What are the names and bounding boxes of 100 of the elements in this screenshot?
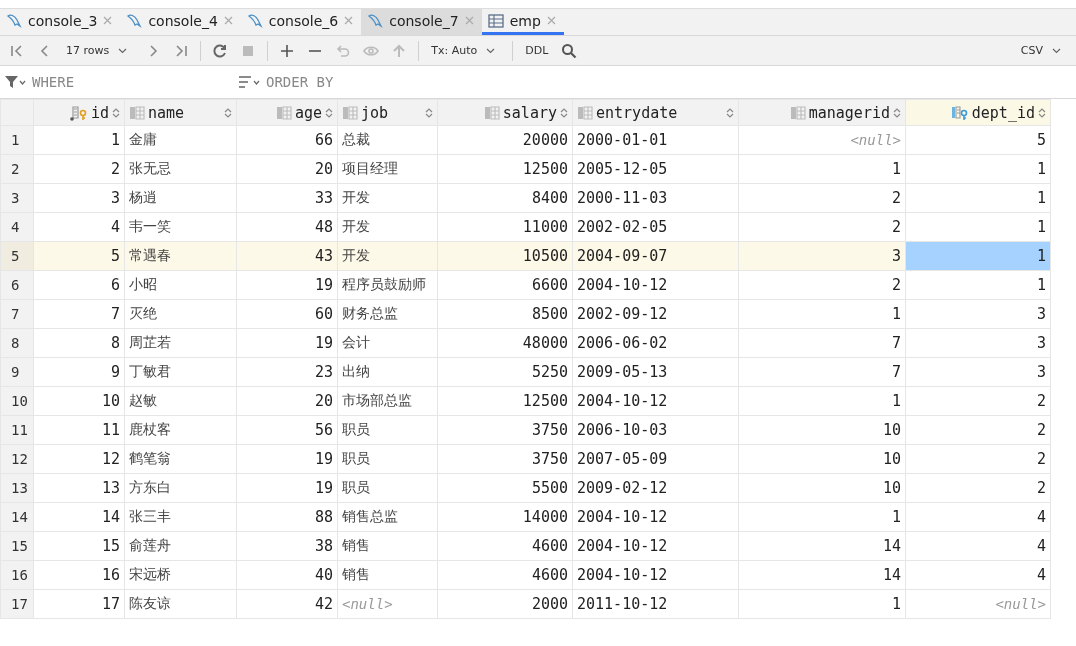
refresh-icon[interactable]	[212, 42, 229, 59]
add-icon[interactable]	[279, 42, 296, 59]
table-cell: 1	[738, 589, 906, 619]
close-icon[interactable]	[103, 16, 113, 25]
table-cell: 出纳	[337, 357, 438, 387]
column-header[interactable]: job	[361, 103, 389, 122]
foreign-key-column-icon	[950, 104, 969, 121]
editor-tab[interactable]: console_3	[0, 9, 121, 35]
sort-icon	[238, 75, 260, 89]
row-number[interactable]: 1	[0, 125, 34, 155]
rows-dropdown[interactable]: 17 rows	[60, 44, 139, 57]
table-cell: 10	[738, 415, 906, 445]
table-cell: 10	[33, 386, 125, 416]
undo-icon[interactable]	[335, 42, 352, 59]
editor-tab[interactable]: console_7	[361, 9, 482, 35]
row-number[interactable]: 7	[0, 299, 34, 329]
column-icon	[129, 105, 145, 120]
row-number[interactable]: 15	[0, 531, 34, 561]
sort-arrows-icon[interactable]	[893, 106, 901, 119]
column-header[interactable]: age	[294, 103, 322, 122]
table-cell: 16	[33, 560, 125, 590]
where-filter-field[interactable]: WHERE	[30, 73, 234, 91]
table-cell: 鹤笔翁	[124, 444, 237, 474]
export-format-dropdown[interactable]: CSV	[1014, 44, 1072, 57]
row-number[interactable]: 12	[0, 444, 34, 474]
table-cell: 8400	[437, 183, 573, 213]
close-icon[interactable]	[546, 16, 556, 25]
table-cell: 1	[738, 502, 906, 532]
table-cell: 金庸	[124, 125, 237, 155]
table-cell: 张无忌	[124, 154, 237, 184]
table-cell: 33	[236, 183, 338, 213]
filter-icon	[4, 75, 26, 89]
row-number[interactable]: 14	[0, 502, 34, 532]
sort-arrows-icon[interactable]	[726, 106, 734, 119]
row-number[interactable]: 2	[0, 154, 34, 184]
table-cell: 丁敏君	[124, 357, 237, 387]
table-cell: 23	[236, 357, 338, 387]
table-cell: 4	[905, 560, 1051, 590]
table-cell: 19	[236, 270, 338, 300]
row-number[interactable]: 5	[0, 241, 34, 271]
chevron-icon	[118, 47, 128, 54]
row-number[interactable]: 17	[0, 589, 34, 619]
close-icon[interactable]	[223, 16, 233, 25]
table-cell: 3	[905, 299, 1051, 329]
sort-arrows-icon[interactable]	[112, 106, 120, 119]
sort-arrows-icon[interactable]	[1038, 106, 1046, 119]
row-number[interactable]: 3	[0, 183, 34, 213]
table-cell: 1	[905, 154, 1051, 184]
row-number[interactable]: 6	[0, 270, 34, 300]
row-number[interactable]: 16	[0, 560, 34, 590]
table-cell: 2006-06-02	[572, 328, 739, 358]
table-cell: 5	[33, 241, 125, 271]
table-cell: 1	[905, 183, 1051, 213]
table-cell: 职员	[337, 473, 438, 503]
close-icon[interactable]	[344, 16, 354, 25]
table-cell: 19	[236, 328, 338, 358]
ddl-button[interactable]: DDL	[519, 44, 555, 57]
sort-arrows-icon[interactable]	[325, 106, 333, 119]
table-cell: 3	[905, 328, 1051, 358]
close-icon[interactable]	[464, 16, 474, 25]
table-cell: 开发	[337, 183, 438, 213]
sort-arrows-icon[interactable]	[425, 106, 433, 119]
table-cell: 市场部总监	[337, 386, 438, 416]
row-number[interactable]: 13	[0, 473, 34, 503]
row-number[interactable]: 4	[0, 212, 34, 242]
table-cell: 1	[738, 386, 906, 416]
first-page-icon[interactable]	[9, 42, 25, 59]
row-number[interactable]: 8	[0, 328, 34, 358]
table-cell: 20000	[437, 125, 573, 155]
editor-tab[interactable]: console_4	[120, 9, 241, 35]
table-cell: 2004-10-12	[572, 386, 739, 416]
table-cell: 66	[236, 125, 338, 155]
column-header[interactable]: id	[90, 103, 109, 122]
sort-arrows-icon[interactable]	[560, 106, 568, 119]
table-cell: 销售	[337, 560, 438, 590]
table-cell: 20	[236, 154, 338, 184]
last-page-icon[interactable]	[173, 42, 190, 59]
table-cell: 4	[33, 212, 125, 242]
transaction-dropdown[interactable]: Tx: Auto	[425, 44, 507, 57]
table-cell: 1	[905, 212, 1051, 242]
table-cell: 8	[33, 328, 125, 358]
table-cell: 销售总监	[337, 502, 438, 532]
search-icon[interactable]	[561, 42, 578, 59]
chevron-icon	[1052, 47, 1061, 54]
table-cell: 7	[738, 328, 906, 358]
chevron-icon	[486, 47, 496, 54]
row-number[interactable]: 11	[0, 415, 34, 445]
table-cell: 88	[236, 502, 338, 532]
table-cell: 1	[738, 299, 906, 329]
order-by-field[interactable]: ORDER BY	[264, 73, 468, 91]
row-number[interactable]: 9	[0, 357, 34, 387]
table-cell: 11	[33, 415, 125, 445]
table-cell: 10	[738, 473, 906, 503]
sort-arrows-icon[interactable]	[224, 106, 232, 119]
table-cell: 12500	[437, 386, 573, 416]
table-cell: 方东白	[124, 473, 237, 503]
table-cell: 5	[905, 125, 1051, 155]
row-number[interactable]: 10	[0, 386, 34, 416]
table-cell: 7	[738, 357, 906, 387]
editor-tab[interactable]: console_6	[240, 9, 362, 35]
